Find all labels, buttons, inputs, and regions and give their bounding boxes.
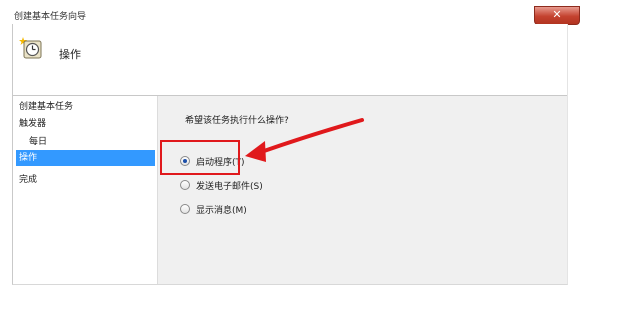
sidebar-item-daily: 每日 [29, 137, 48, 147]
radio-label-show-message: 显示消息(M) [196, 205, 247, 216]
sidebar-item-action: 操作 [16, 150, 155, 166]
wizard-header: 操作 [13, 24, 567, 94]
wizard-steps-sidebar: 创建基本任务 触发器 每日 操作 完成 [13, 96, 158, 284]
radio-send-email[interactable]: 发送电子邮件(S) [180, 178, 263, 192]
sidebar-item-trigger: 触发器 [19, 119, 47, 129]
radio-button-send-email[interactable] [180, 180, 190, 190]
radio-label-start-program: 启动程序(T) [196, 157, 245, 168]
sidebar-item-create-task: 创建基本任务 [19, 102, 74, 112]
radio-show-message[interactable]: 显示消息(M) [180, 202, 247, 216]
close-icon: ✕ [552, 8, 562, 21]
action-question: 希望该任务执行什么操作? [185, 116, 289, 126]
page-title: 操作 [59, 48, 81, 61]
window-title: 创建基本任务向导 [14, 12, 87, 22]
radio-button-start-program[interactable] [180, 156, 190, 166]
close-button[interactable]: ✕ [534, 6, 580, 25]
radio-start-program[interactable]: 启动程序(T) [180, 154, 245, 168]
task-clock-icon [19, 37, 42, 59]
title-bar: 创建基本任务向导 ✕ [12, 6, 580, 25]
radio-label-send-email: 发送电子邮件(S) [196, 181, 263, 192]
radio-button-show-message[interactable] [180, 204, 190, 214]
sidebar-item-finish: 完成 [19, 175, 38, 185]
wizard-window: 操作 创建基本任务 触发器 每日 操作 完成 希望该任务执行什么操作? 启动程序… [12, 24, 568, 285]
wizard-content: 希望该任务执行什么操作? 启动程序(T) 发送电子邮件(S) 显示消息(M) [158, 96, 567, 284]
